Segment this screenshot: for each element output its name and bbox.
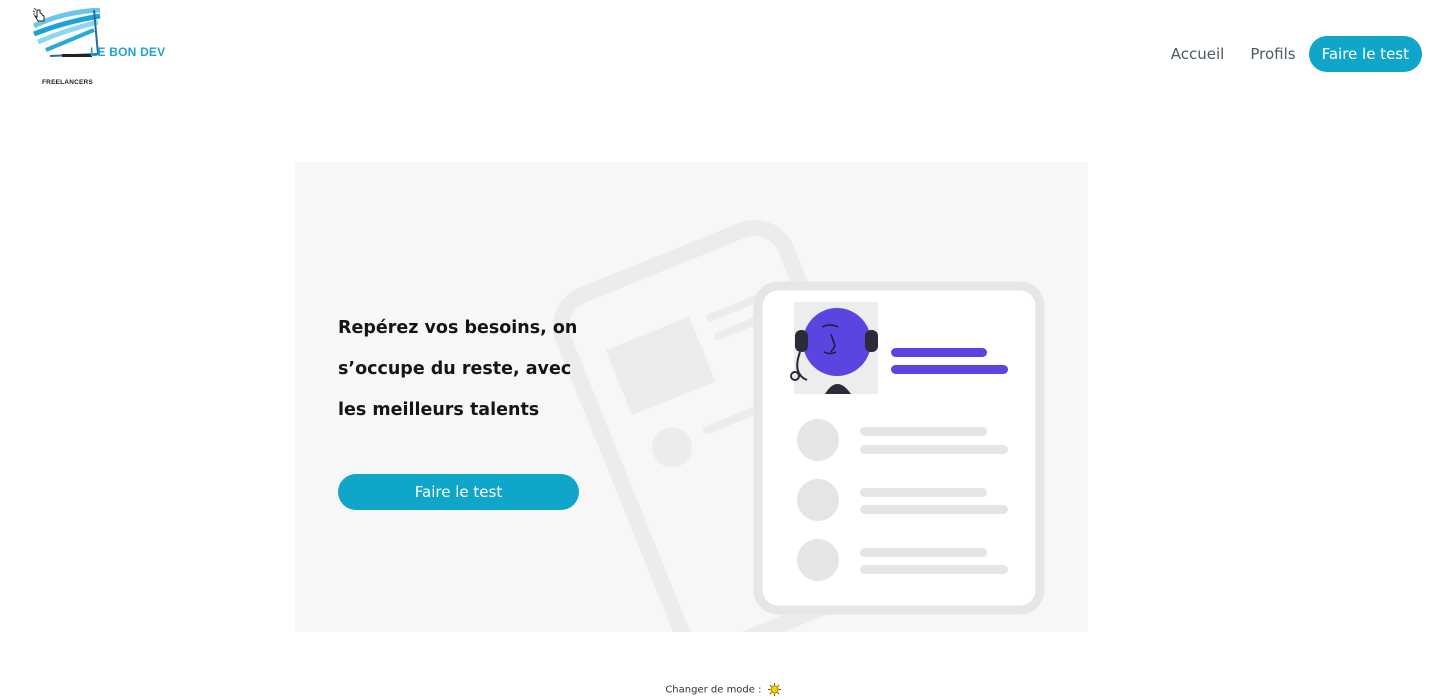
- nav-link-accueil[interactable]: Accueil: [1171, 45, 1225, 63]
- nav-test-button[interactable]: Faire le test: [1308, 36, 1422, 72]
- brand-tagline: FREELANCERS: [42, 79, 93, 86]
- hero-headline: Repérez vos besoins, on s’occupe du rest…: [338, 308, 598, 431]
- hero-headline-line: les meilleurs talents: [338, 400, 540, 420]
- main-nav: Accueil Profils Faire le test: [1171, 36, 1422, 72]
- mode-toggle: Changer de mode :: [0, 683, 1446, 696]
- hero-headline-line: s’occupe du reste, avec: [338, 359, 572, 379]
- hero-headline-line: Repérez vos besoins, on: [338, 318, 578, 338]
- mode-label: Changer de mode :: [665, 684, 762, 696]
- hero-test-button[interactable]: Faire le test: [338, 474, 579, 510]
- nav-link-profils[interactable]: Profils: [1250, 45, 1295, 63]
- hero-card: Repérez vos besoins, on s’occupe du rest…: [295, 162, 1088, 632]
- brand-logo[interactable]: LE BON DEV FREELANCERS: [32, 8, 172, 86]
- sun-icon[interactable]: [767, 683, 781, 696]
- pointer-hand-icon: [32, 8, 45, 22]
- brand-name: LE BON DEV: [90, 45, 166, 59]
